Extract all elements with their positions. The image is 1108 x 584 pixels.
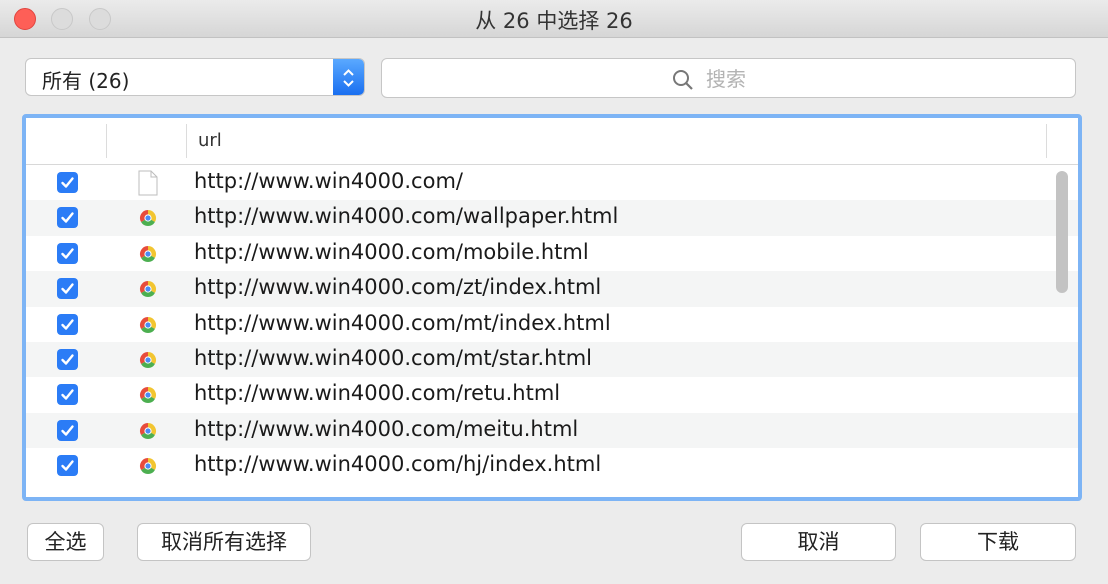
row-url: http://www.win4000.com/wallpaper.html — [194, 204, 619, 229]
row-url: http://www.win4000.com/zt/index.html — [194, 275, 602, 300]
row-checkbox[interactable] — [57, 278, 78, 300]
chrome-icon — [137, 241, 159, 269]
url-table: url http://www.win4000.com/http://www.wi… — [22, 114, 1082, 501]
row-url: http://www.win4000.com/ — [194, 169, 463, 193]
search-icon — [673, 70, 693, 90]
row-checkbox[interactable] — [57, 348, 78, 370]
select-stepper[interactable] — [333, 59, 364, 95]
column-divider[interactable] — [1046, 124, 1047, 158]
filter-select[interactable]: 所有 (26) — [25, 58, 365, 96]
title-bar: 从 26 中选择 26 — [0, 0, 1108, 38]
up-down-chevron-icon — [343, 69, 354, 87]
table-body: http://www.win4000.com/http://www.win400… — [26, 165, 1078, 484]
chrome-icon — [137, 382, 159, 410]
table-row[interactable]: http://www.win4000.com/zt/index.html — [26, 271, 1078, 307]
table-row[interactable]: http://www.win4000.com/mobile.html — [26, 236, 1078, 271]
table-row[interactable]: http://www.win4000.com/retu.html — [26, 377, 1078, 412]
select-all-button[interactable]: 全选 — [27, 523, 104, 561]
column-header-url[interactable]: url — [198, 130, 222, 151]
row-url: http://www.win4000.com/mt/index.html — [194, 310, 611, 335]
chrome-icon — [137, 418, 159, 446]
row-url: http://www.win4000.com/retu.html — [194, 381, 561, 406]
chrome-icon — [137, 276, 159, 304]
table-row[interactable]: http://www.win4000.com/wallpaper.html — [26, 200, 1078, 236]
row-checkbox[interactable] — [57, 419, 78, 441]
window-title: 从 26 中选择 26 — [475, 9, 633, 33]
search-input[interactable] — [704, 64, 1008, 94]
blank-document-icon — [137, 170, 159, 200]
column-divider[interactable] — [186, 124, 187, 158]
table-header: url — [26, 118, 1078, 165]
row-checkbox[interactable] — [57, 207, 78, 229]
chrome-icon — [137, 453, 159, 481]
row-checkbox[interactable] — [57, 242, 78, 264]
cancel-button[interactable]: 取消 — [741, 523, 896, 561]
table-row[interactable]: http://www.win4000.com/hj/index.html — [26, 448, 1078, 483]
row-checkbox[interactable] — [57, 172, 78, 193]
column-divider[interactable] — [106, 124, 107, 158]
row-checkbox[interactable] — [57, 384, 78, 406]
vertical-scrollbar[interactable] — [1056, 171, 1068, 293]
table-row[interactable]: http://www.win4000.com/mt/star.html — [26, 341, 1078, 378]
row-checkbox[interactable] — [57, 313, 78, 335]
filter-select-value: 所有 (26) — [42, 69, 130, 93]
table-row[interactable]: http://www.win4000.com/mt/index.html — [26, 307, 1078, 342]
row-checkbox[interactable] — [57, 455, 78, 477]
row-url: http://www.win4000.com/meitu.html — [194, 416, 579, 441]
table-row[interactable]: http://www.win4000.com/ — [26, 165, 1078, 200]
search-field[interactable] — [381, 58, 1076, 98]
row-url: http://www.win4000.com/mobile.html — [194, 239, 589, 264]
row-url: http://www.win4000.com/hj/index.html — [194, 452, 602, 477]
chrome-icon — [137, 205, 159, 233]
chrome-icon — [137, 347, 159, 375]
row-url: http://www.win4000.com/mt/star.html — [194, 345, 592, 370]
deselect-all-button[interactable]: 取消所有选择 — [137, 523, 311, 561]
download-button[interactable]: 下载 — [920, 523, 1076, 561]
table-row[interactable]: http://www.win4000.com/meitu.html — [26, 412, 1078, 449]
chrome-icon — [137, 312, 159, 340]
